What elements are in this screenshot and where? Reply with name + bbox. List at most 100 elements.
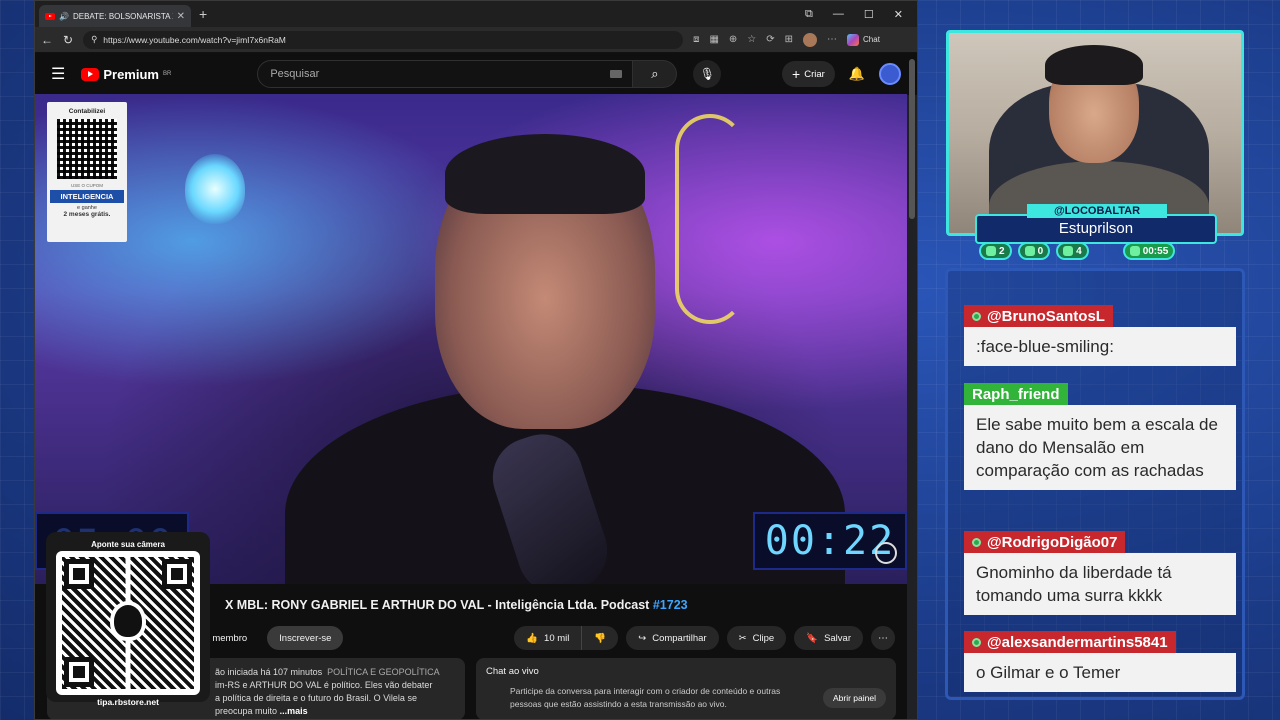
chat-message: @BrunoSantosL :face-blue-smiling: <box>964 305 1236 366</box>
profile-avatar[interactable] <box>803 32 818 47</box>
subscribe-button[interactable]: Inscrever-se <box>267 626 344 650</box>
copilot-chat-button[interactable]: Chat <box>847 33 880 46</box>
stat-chat-count: 2 <box>999 245 1005 257</box>
save-button[interactable]: 🔖 Salvar <box>794 626 863 650</box>
stat-other: 4 <box>1056 242 1089 260</box>
bell-icon[interactable]: 🔔 <box>849 66 865 82</box>
qr-finder-tl <box>64 559 94 589</box>
voice-search-button[interactable]: 🎙 <box>693 60 722 88</box>
dislike-button[interactable]: 👎 <box>582 626 619 650</box>
share-icon: ↪ <box>638 632 647 644</box>
site-info-icon[interactable]: ⚲ <box>91 34 97 45</box>
chat-username-text: @RodrigoDigão07 <box>987 533 1118 551</box>
translate-icon[interactable]: ⧈ <box>693 34 699 45</box>
close-icon[interactable]: ✕ <box>177 11 185 22</box>
chat-text: Gnominho da liberdade tá tomando uma sur… <box>964 553 1236 615</box>
like-count: 10 mil <box>544 632 570 644</box>
chat-bubble-icon <box>986 246 996 256</box>
video-hashtag[interactable]: #1723 <box>653 598 688 612</box>
extensions-icon[interactable]: ⟳ <box>766 34 774 45</box>
user-badge-icon <box>972 311 981 321</box>
video-title-text: X MBL: RONY GABRIEL E ARTHUR DO VAL - In… <box>225 598 650 612</box>
chat-text: Ele sabe muito bem a escala de dano do M… <box>964 405 1236 490</box>
youtube-masthead: ☰ Premium BR Pesquisar ⌕ 🎙 + Criar 🔔 <box>35 53 917 95</box>
window-close-icon[interactable]: ✕ <box>894 8 903 21</box>
brain-logo-icon <box>875 542 897 564</box>
menu-icon[interactable]: ☰ <box>51 64 65 84</box>
sponsor-brand: Contabilizei <box>68 108 106 115</box>
clock-icon <box>1129 246 1140 256</box>
plus-icon: + <box>792 66 801 82</box>
streamer-nameplate: Estuprilson @LOCOBALTAR 2 0 4 00:55 <box>975 204 1217 262</box>
youtube-stat-icon <box>1024 246 1035 256</box>
youtube-icon <box>45 12 55 20</box>
create-label: Criar <box>804 68 825 80</box>
sponsor-use-label: USE O CUPOM <box>70 183 103 188</box>
share-button[interactable]: ↪ Compartilhar <box>626 626 719 650</box>
chat-message: @alexsandermartins5841 o Gilmar e o Teme… <box>964 631 1236 692</box>
chat-text: o Gilmar e o Temer <box>964 653 1236 692</box>
more-browser-icon[interactable]: ⋯ <box>827 34 837 45</box>
refresh-icon[interactable]: ↻ <box>63 33 73 47</box>
streamer-stats: 2 0 4 00:55 <box>979 242 1176 260</box>
create-button[interactable]: + Criar <box>782 61 835 87</box>
stat-chat: 2 <box>979 242 1012 260</box>
sponsor-card: Contabilizei USE O CUPOM INTELIGENCIA e … <box>47 102 127 242</box>
desc-category[interactable]: POLÍTICA E GEOPOLÍTICA <box>327 667 440 677</box>
window-controls: ⧉ — ☐ ✕ <box>805 8 917 21</box>
qr-hint: Aponte sua câmera <box>91 540 165 549</box>
chat-username-text: @alexsandermartins5841 <box>987 633 1168 651</box>
account-avatar[interactable] <box>879 63 901 85</box>
clip-button[interactable]: ✂ Clipe <box>726 626 787 650</box>
keyboard-icon[interactable] <box>610 70 623 78</box>
stat-youtube-count: 0 <box>1037 245 1044 257</box>
collections-icon[interactable]: ⊞ <box>785 34 793 45</box>
address-icons: ⧈ ▦ ⊕ ☆ ⟳ ⊞ ⋯ Chat <box>693 32 880 47</box>
speaker-icon[interactable]: 🔊 <box>59 12 69 21</box>
mic-icon: 🎙 <box>699 67 715 81</box>
page-scrollbar[interactable] <box>909 59 915 219</box>
browser-tab[interactable]: 🔊 DEBATE: BOLSONARISTA X MI ✕ <box>39 5 191 27</box>
maximize-icon[interactable]: ☐ <box>864 8 874 21</box>
globe-icon <box>1063 246 1074 256</box>
live-chat-text: Participe da conversa para interagir com… <box>510 686 781 709</box>
search-button[interactable]: ⌕ <box>633 60 678 88</box>
sponsor-line2: 2 meses grátis. <box>63 211 111 218</box>
tab-bar: 🔊 DEBATE: BOLSONARISTA X MI ✕ + ⧉ — ☐ ✕ <box>35 1 917 27</box>
logo-text: Premium <box>103 66 159 82</box>
save-label: Salvar <box>824 632 851 644</box>
desc-more-link[interactable]: ...mais <box>280 706 308 716</box>
user-badge-icon <box>972 537 981 547</box>
tab-search-icon[interactable]: ⧉ <box>805 8 813 21</box>
open-panel-button[interactable]: Abrir painel <box>823 688 886 708</box>
star-icon[interactable]: ☆ <box>747 34 756 45</box>
stat-other-count: 4 <box>1076 245 1082 257</box>
search-input[interactable]: Pesquisar <box>257 60 634 88</box>
clip-label: Clipe <box>752 632 775 644</box>
scissors-icon: ✂ <box>738 632 747 644</box>
chat-username: @RodrigoDigão07 <box>964 531 1126 553</box>
new-tab-button[interactable]: + <box>199 6 207 22</box>
like-button[interactable]: 👍 10 mil <box>514 626 583 650</box>
search-icon: ⌕ <box>651 66 659 81</box>
streamer-hair <box>1045 45 1143 85</box>
desc-line2: im-RS e ARTHUR DO VAL é político. Eles v… <box>215 680 433 690</box>
address-bar: ← ↻ ⚲ https://www.youtube.com/watch?v=ji… <box>35 27 917 53</box>
video-player[interactable]: Contabilizei USE O CUPOM INTELIGENCIA e … <box>35 94 907 584</box>
zoom-icon[interactable]: ⊕ <box>729 34 737 45</box>
back-icon[interactable]: ← <box>41 33 53 47</box>
minimize-icon[interactable]: — <box>833 8 844 21</box>
masthead-right: + Criar 🔔 <box>782 61 901 87</box>
url-field[interactable]: ⚲ https://www.youtube.com/watch?v=jimI7x… <box>83 30 684 49</box>
more-icon[interactable]: ⋯ <box>871 626 895 650</box>
chat-message: @RodrigoDigão07 Gnominho da liberdade tá… <box>964 531 1236 615</box>
qr-finder-tr <box>162 559 192 589</box>
qr-code <box>56 551 200 695</box>
live-chat-title: Chat ao vivo <box>486 666 539 677</box>
stat-timer-value: 00:55 <box>1142 245 1169 257</box>
dislike-icon: 👎 <box>594 632 607 644</box>
youtube-logo[interactable]: Premium BR <box>81 67 171 82</box>
apps-icon[interactable]: ▦ <box>709 34 718 45</box>
qr-overlay: Aponte sua câmera tipa.rbstore.net <box>46 532 210 707</box>
region-label: BR <box>162 71 172 77</box>
